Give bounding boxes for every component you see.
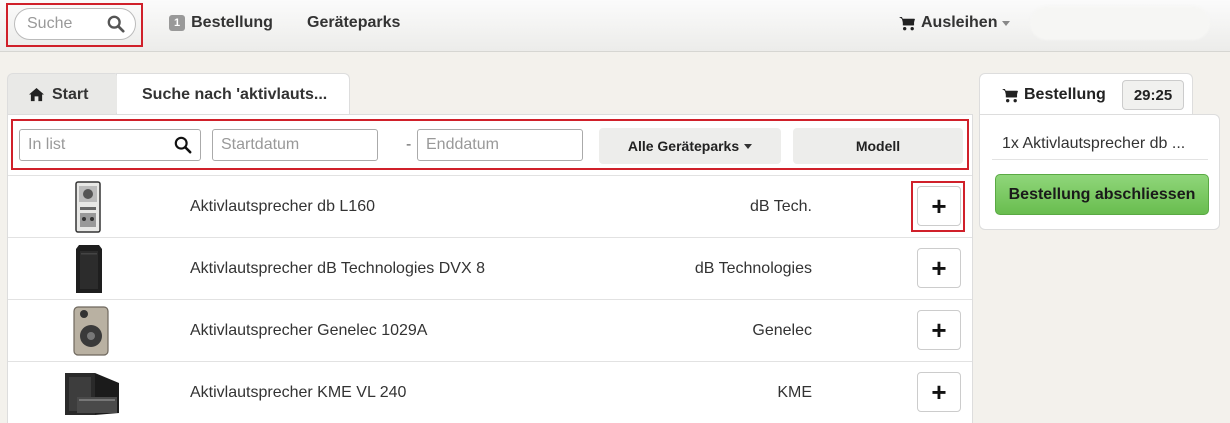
product-name[interactable]: Aktivlautsprecher dB Technologies DVX 8 [190, 260, 485, 278]
cart-icon [899, 16, 915, 30]
plus-icon: + [931, 315, 947, 345]
product-name[interactable]: Aktivlautsprecher db L160 [190, 198, 375, 216]
product-thumbnail[interactable] [74, 243, 104, 295]
order-count-badge: 1 [169, 15, 186, 31]
nav-order-label: Bestellung [191, 14, 273, 31]
cart-icon [1002, 88, 1018, 102]
nav-parks-link[interactable]: Geräteparks [307, 14, 400, 32]
product-brand: dB Tech. [750, 198, 812, 215]
chevron-down-icon [1002, 20, 1011, 26]
product-thumbnail[interactable] [61, 367, 123, 419]
add-to-order-button[interactable]: + [917, 372, 961, 412]
search-highlight-box [6, 3, 143, 47]
breadcrumb-search-label: Suche nach 'aktivlauts... [142, 85, 328, 103]
product-name[interactable]: Aktivlautsprecher KME VL 240 [190, 384, 406, 402]
product-brand: dB Technologies [694, 260, 812, 277]
order-timer: 29:25 [1122, 80, 1184, 110]
order-tab: Bestellung 29:25 [979, 73, 1193, 115]
plus-icon: + [931, 253, 947, 283]
product-thumbnail[interactable] [74, 181, 102, 233]
add-to-order-button[interactable]: + [917, 310, 961, 350]
table-row: Aktivlautsprecher Genelec 1029A Genelec … [8, 299, 972, 361]
table-row: Aktivlautsprecher db L160 dB Tech. + [8, 175, 972, 237]
checkout-button[interactable]: Bestellung abschliessen [995, 174, 1209, 215]
nav-parks-label: Geräteparks [307, 14, 401, 31]
nav-rent-dropdown[interactable]: Ausleihen [899, 14, 1011, 32]
table-row: Aktivlautsprecher KME VL 240 KME + [8, 361, 972, 423]
plus-icon: + [931, 377, 947, 407]
product-brand: KME [777, 384, 812, 401]
user-menu-blurred[interactable] [1030, 6, 1210, 40]
filter-highlight-box [11, 119, 969, 170]
order-tab-title: Bestellung [1002, 86, 1106, 104]
nav-order-link[interactable]: 1 Bestellung [169, 14, 273, 32]
add-button-highlight-box [911, 181, 965, 232]
add-to-order-button[interactable]: + [917, 248, 961, 288]
breadcrumb-start-label: Start [52, 85, 89, 103]
table-row: Aktivlautsprecher dB Technologies DVX 8 … [8, 237, 972, 299]
breadcrumb-search: Suche nach 'aktivlauts... [117, 73, 350, 115]
product-brand: Genelec [752, 322, 812, 339]
product-name[interactable]: Aktivlautsprecher Genelec 1029A [190, 322, 427, 340]
order-panel: 1x Aktivlautsprecher db ... Bestellung a… [979, 114, 1220, 230]
top-navbar: 1 Bestellung Geräteparks Ausleihen [0, 0, 1230, 52]
nav-rent-label: Ausleihen [921, 14, 998, 31]
product-list-panel: - Alle Geräteparks Modell Aktivlautsprec… [7, 114, 973, 423]
product-thumbnail[interactable] [72, 305, 110, 357]
order-title-label: Bestellung [1024, 86, 1106, 103]
home-icon [29, 87, 44, 102]
breadcrumb-start[interactable]: Start [7, 73, 117, 115]
divider [992, 159, 1208, 160]
order-item: 1x Aktivlautsprecher db ... [1002, 135, 1186, 152]
